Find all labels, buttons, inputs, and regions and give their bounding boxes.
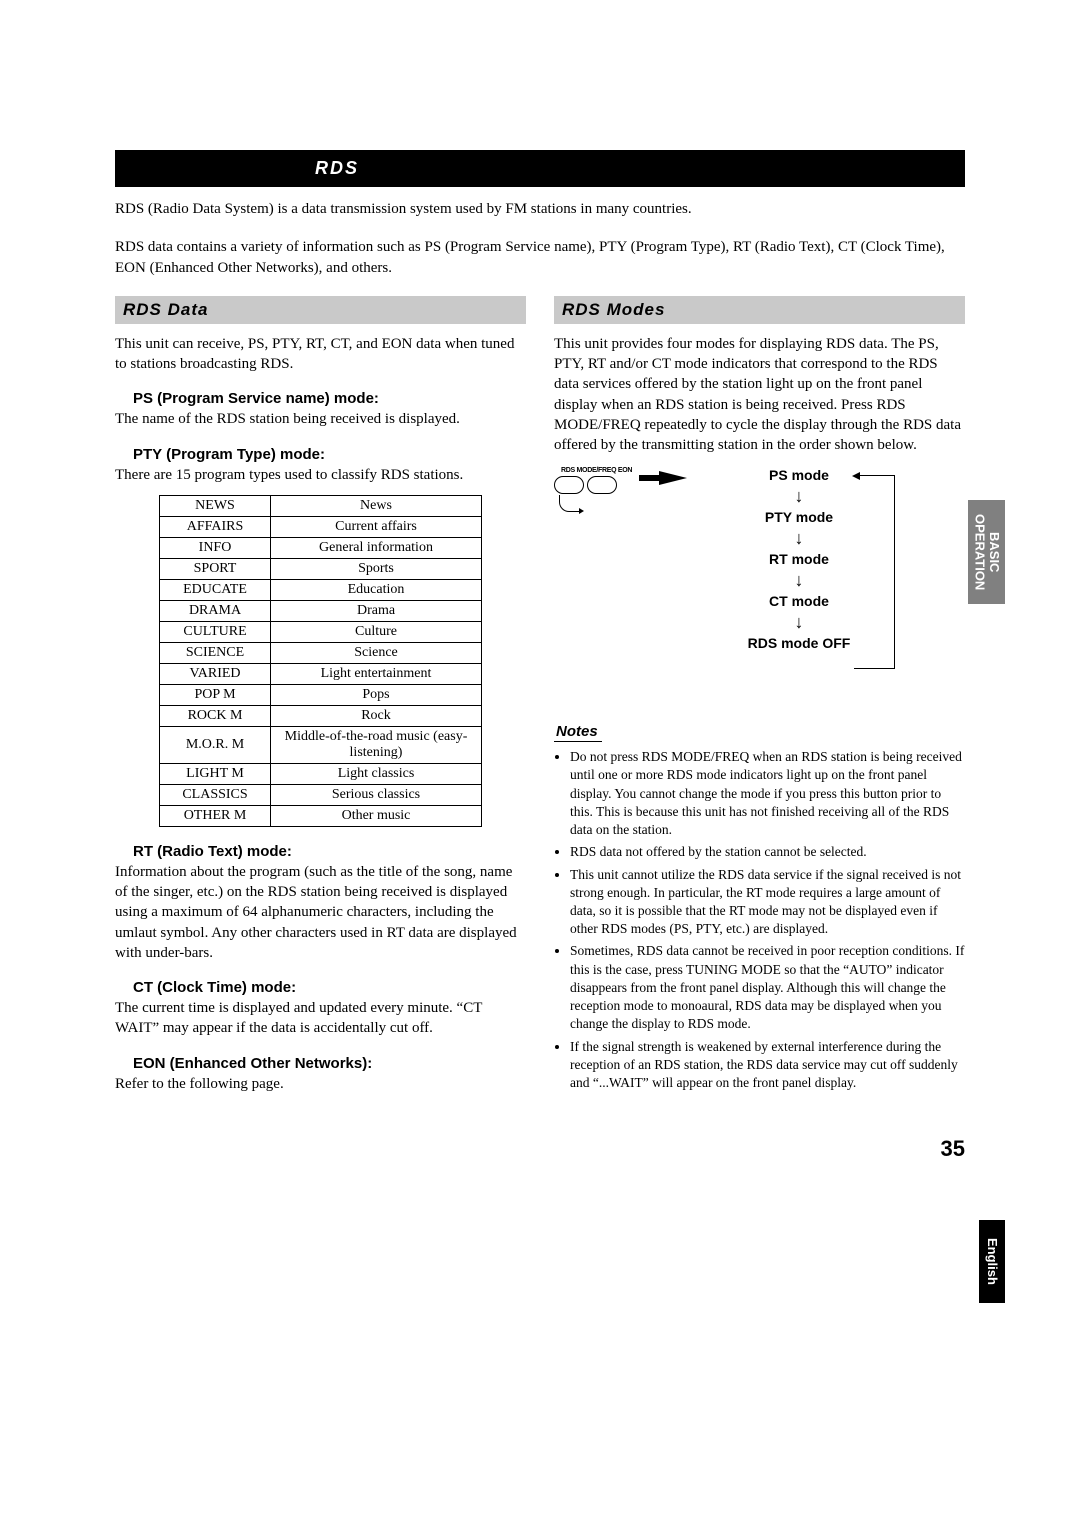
- notes-list: Do not press RDS MODE/FREQ when an RDS s…: [554, 748, 965, 1092]
- ps-heading: PS (Program Service name) mode:: [115, 390, 526, 407]
- table-cell: SCIENCE: [160, 642, 271, 663]
- table-cell: AFFAIRS: [160, 516, 271, 537]
- left-column: RDS Data This unit can receive, PS, PTY,…: [115, 296, 526, 1096]
- table-cell: Other music: [271, 805, 482, 826]
- table-row: VARIEDLight entertainment: [160, 663, 482, 684]
- ct-body: The current time is displayed and update…: [115, 998, 526, 1039]
- arrow-right-icon: [659, 471, 687, 485]
- right-intro: This unit provides four modes for displa…: [554, 334, 965, 456]
- table-row: AFFAIRSCurrent affairs: [160, 516, 482, 537]
- table-cell: EDUCATE: [160, 579, 271, 600]
- table-row: DRAMADrama: [160, 600, 482, 621]
- table-cell: VARIED: [160, 663, 271, 684]
- table-cell: Current affairs: [271, 516, 482, 537]
- table-cell: Light classics: [271, 763, 482, 784]
- list-item: If the signal strength is weakened by ex…: [570, 1038, 965, 1093]
- diagram-mode-label: CT mode: [729, 593, 869, 609]
- table-cell: Rock: [271, 705, 482, 726]
- table-cell: Culture: [271, 621, 482, 642]
- table-cell: OTHER M: [160, 805, 271, 826]
- pty-body: There are 15 program types used to class…: [115, 465, 526, 485]
- pty-heading: PTY (Program Type) mode:: [115, 446, 526, 463]
- page-number: 35: [115, 1136, 965, 1162]
- intro-paragraph-2: RDS data contains a variety of informati…: [115, 237, 965, 278]
- table-row: SCIENCEScience: [160, 642, 482, 663]
- arrow-down-icon: ↓: [729, 571, 869, 589]
- diagram-mode-label: PTY mode: [729, 509, 869, 525]
- side-tab-language: English: [979, 1220, 1005, 1303]
- diagram-mode-label: RT mode: [729, 551, 869, 567]
- right-column: RDS Modes This unit provides four modes …: [554, 296, 965, 1096]
- table-row: CULTURECulture: [160, 621, 482, 642]
- list-item: RDS data not offered by the station cann…: [570, 843, 965, 861]
- table-row: LIGHT MLight classics: [160, 763, 482, 784]
- list-item: This unit cannot utilize the RDS data se…: [570, 866, 965, 939]
- table-cell: DRAMA: [160, 600, 271, 621]
- table-cell: Drama: [271, 600, 482, 621]
- table-row: EDUCATEEducation: [160, 579, 482, 600]
- table-cell: Light entertainment: [271, 663, 482, 684]
- left-intro: This unit can receive, PS, PTY, RT, CT, …: [115, 334, 526, 375]
- table-cell: Pops: [271, 684, 482, 705]
- table-row: ROCK MRock: [160, 705, 482, 726]
- list-item: Sometimes, RDS data cannot be received i…: [570, 942, 965, 1033]
- table-cell: Education: [271, 579, 482, 600]
- table-cell: Serious classics: [271, 784, 482, 805]
- eon-button-icon: [587, 476, 617, 494]
- table-cell: SPORT: [160, 558, 271, 579]
- table-cell: Middle-of-the-road music (easy-listening…: [271, 726, 482, 763]
- loop-line-icon: [854, 475, 895, 669]
- table-row: M.O.R. MMiddle-of-the-road music (easy-l…: [160, 726, 482, 763]
- list-item: Do not press RDS MODE/FREQ when an RDS s…: [570, 748, 965, 839]
- arrow-down-icon: ↓: [729, 487, 869, 505]
- right-section-header: RDS Modes: [554, 296, 965, 324]
- notes-label: Notes: [554, 723, 602, 742]
- mode-cycle-diagram: RDS MODE/FREQ EON PS mode ↓ PTY mode ↓ RT mo…: [554, 467, 965, 707]
- diagram-mode-label: RDS mode OFF: [729, 635, 869, 651]
- table-cell: General information: [271, 537, 482, 558]
- diagram-button-label: RDS MODE/FREQ EON: [561, 467, 632, 474]
- eon-body: Refer to the following page.: [115, 1074, 526, 1094]
- rt-heading: RT (Radio Text) mode:: [115, 843, 526, 860]
- ct-heading: CT (Clock Time) mode:: [115, 979, 526, 996]
- table-row: CLASSICSSerious classics: [160, 784, 482, 805]
- table-row: INFOGeneral information: [160, 537, 482, 558]
- table-cell: CULTURE: [160, 621, 271, 642]
- rt-body: Information about the program (such as t…: [115, 862, 526, 963]
- table-cell: M.O.R. M: [160, 726, 271, 763]
- table-cell: News: [271, 495, 482, 516]
- pty-table: NEWSNewsAFFAIRSCurrent affairsINFOGenera…: [159, 495, 482, 827]
- table-cell: ROCK M: [160, 705, 271, 726]
- rds-mode-freq-button-icon: [554, 476, 584, 494]
- table-row: OTHER MOther music: [160, 805, 482, 826]
- table-cell: LIGHT M: [160, 763, 271, 784]
- arrow-down-icon: ↓: [729, 613, 869, 631]
- title-bar: RDS: [115, 150, 965, 187]
- table-cell: Science: [271, 642, 482, 663]
- left-section-header: RDS Data: [115, 296, 526, 324]
- ps-body: The name of the RDS station being receiv…: [115, 409, 526, 429]
- table-cell: CLASSICS: [160, 784, 271, 805]
- table-cell: INFO: [160, 537, 271, 558]
- title-bar-text: RDS: [315, 158, 359, 179]
- eon-heading: EON (Enhanced Other Networks):: [115, 1055, 526, 1072]
- table-cell: POP M: [160, 684, 271, 705]
- table-row: NEWSNews: [160, 495, 482, 516]
- arrow-down-icon: ↓: [729, 529, 869, 547]
- table-cell: NEWS: [160, 495, 271, 516]
- intro-paragraph-1: RDS (Radio Data System) is a data transm…: [115, 199, 965, 219]
- table-row: POP MPops: [160, 684, 482, 705]
- table-row: SPORTSports: [160, 558, 482, 579]
- table-cell: Sports: [271, 558, 482, 579]
- diagram-mode-label: PS mode: [729, 467, 869, 483]
